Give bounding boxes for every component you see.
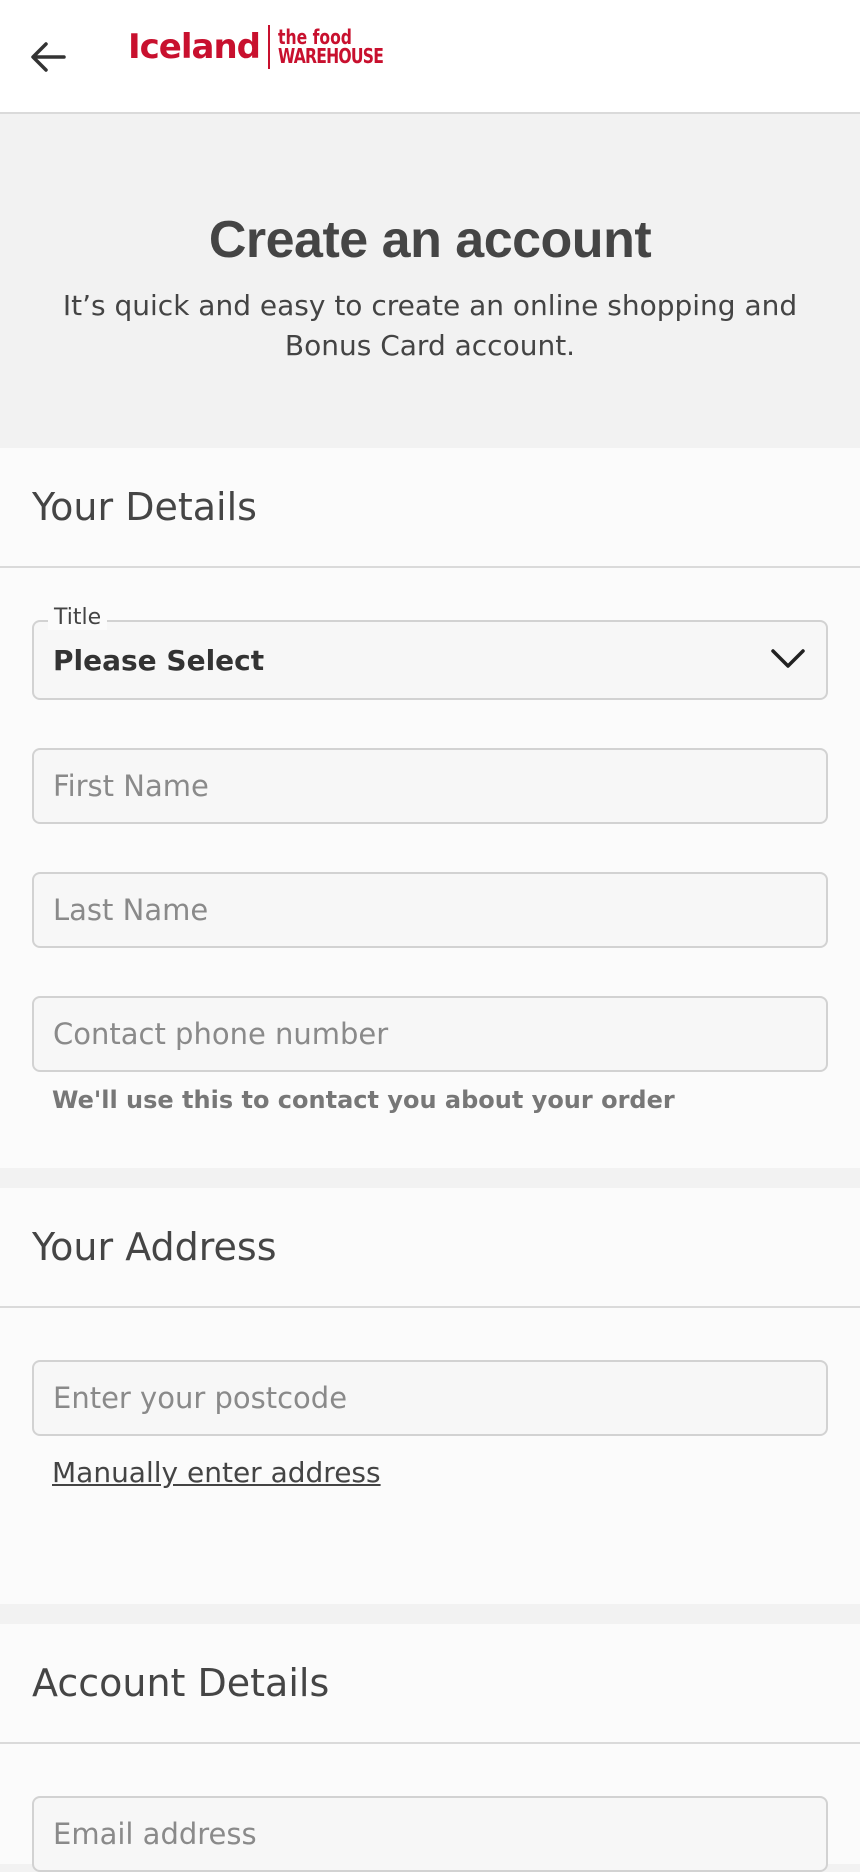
your-address-section: Your Address Enter your postcode Manuall… (0, 1188, 860, 1604)
top-app-bar: Iceland the food WAREHOUSE (0, 0, 860, 114)
your-details-heading: Your Details (0, 448, 860, 568)
logo-sub-line2: WAREHOUSE (278, 44, 384, 68)
page-subtitle: It’s quick and easy to create an online … (62, 289, 798, 362)
logo-divider (268, 25, 271, 69)
iceland-logo[interactable]: Iceland the food WAREHOUSE (128, 22, 413, 72)
email-input[interactable]: Email address (32, 1796, 828, 1872)
title-select[interactable]: Title Please Select (32, 605, 828, 700)
title-select-label: Title (48, 605, 108, 630)
first-name-input[interactable]: First Name (32, 748, 828, 824)
title-select-value: Please Select (53, 643, 265, 677)
back-arrow-icon[interactable] (26, 34, 72, 80)
your-address-heading: Your Address (0, 1188, 860, 1308)
postcode-input[interactable]: Enter your postcode (32, 1360, 828, 1436)
account-details-heading: Account Details (0, 1624, 860, 1744)
logo-wordmark: Iceland (128, 27, 261, 67)
last-name-input[interactable]: Last Name (32, 872, 828, 948)
account-details-section: Account Details Email address (0, 1624, 860, 1872)
manual-address-link[interactable]: Manually enter address (52, 1456, 381, 1489)
phone-hint: We'll use this to contact you about your… (52, 1086, 675, 1114)
page-title: Create an account (208, 211, 652, 269)
chevron-down-icon (770, 646, 806, 672)
logo-subbrand: the food WAREHOUSE (278, 27, 384, 68)
your-details-section: Your Details Title Please Select First N… (0, 448, 860, 1168)
phone-input[interactable]: Contact phone number (32, 996, 828, 1072)
hero-banner: Create an account It’s quick and easy to… (0, 114, 860, 448)
